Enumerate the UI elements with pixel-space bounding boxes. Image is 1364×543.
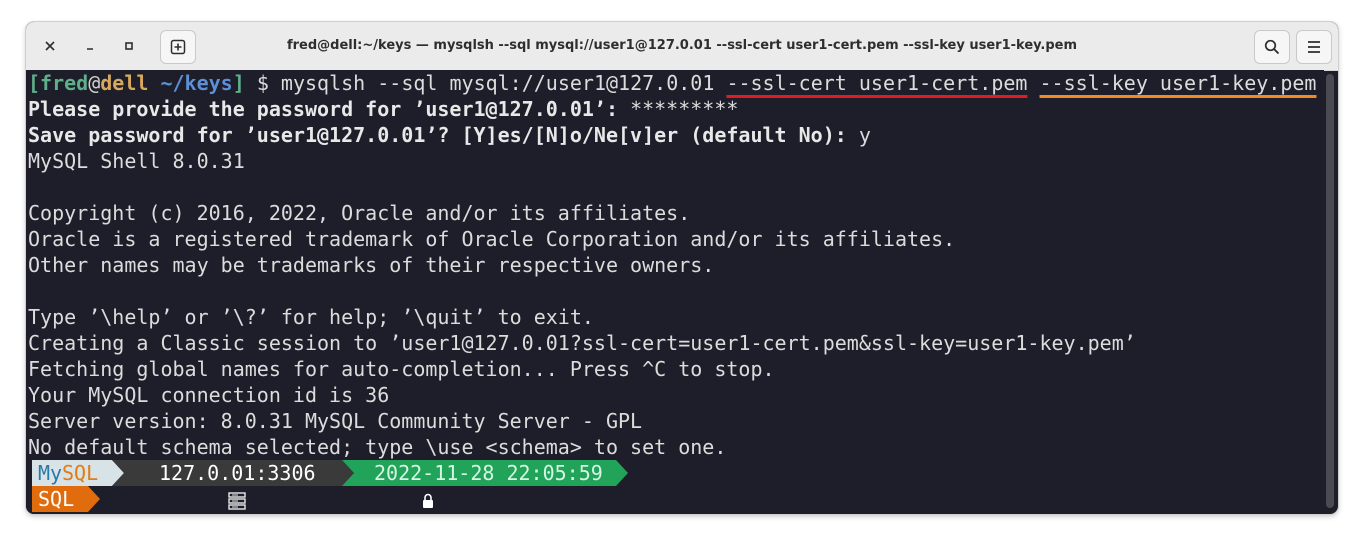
output-line: Server version: 8.0.31 MySQL Community S… <box>28 409 643 433</box>
maximize-icon <box>125 42 133 50</box>
prompt-at: @ <box>88 71 101 95</box>
output-line: Fetching global names for auto-completio… <box>28 357 775 381</box>
minimize-icon <box>87 48 93 50</box>
menu-button[interactable] <box>1296 30 1332 64</box>
close-icon <box>45 41 55 51</box>
output-line: Copyright (c) 2016, 2022, Oracle and/or … <box>28 201 691 225</box>
prompt-user: fred <box>40 71 89 95</box>
sql-mode-indicator: SQL <box>26 486 106 512</box>
mysql-status-bar: My SQL 127.0.01:3306 2022-11-28 22:05:59 <box>26 460 646 510</box>
save-password-answer: y <box>858 123 871 147</box>
command-line: [fred@dell ~/keys] $ mysqlsh --sql mysql… <box>28 70 1316 96</box>
command-text: mysqlsh --sql mysql://user1@127.0.01 <box>280 71 727 95</box>
mysql-logo-sql: SQL <box>62 461 99 485</box>
title-bar: fred@dell:~/keys — mysqlsh --sql mysql:/… <box>26 22 1338 71</box>
scrollbar[interactable] <box>1326 74 1334 508</box>
password-prompt: Please provide the password for ’user1@1… <box>28 97 631 121</box>
close-button[interactable] <box>38 34 62 58</box>
output-line: No default schema selected; type \use <s… <box>28 435 727 459</box>
timestamp: 2022-11-28 22:05:59 <box>374 461 603 485</box>
hamburger-menu-icon <box>1308 41 1320 53</box>
new-tab-button[interactable] <box>160 30 196 64</box>
password-mask: ********* <box>630 97 739 121</box>
prompt-open-bracket: [ <box>28 71 41 95</box>
mysql-logo-my: My <box>38 461 63 485</box>
window-title: fred@dell:~/keys — mysqlsh --sql mysql:/… <box>286 38 1078 53</box>
output-line: MySQL Shell 8.0.31 <box>28 149 245 173</box>
output-line: Creating a Classic session to ’user1@127… <box>28 331 1136 355</box>
terminal-window: fred@dell:~/keys — mysqlsh --sql mysql:/… <box>26 22 1338 514</box>
host-port: 127.0.01:3306 <box>159 461 316 485</box>
prompt-close-bracket: ] <box>232 71 245 95</box>
prompt-host: dell <box>100 71 149 95</box>
ssl-key-argument: --ssl-key user1-key.pem <box>1039 71 1317 95</box>
search-icon <box>1264 39 1280 55</box>
save-password-prompt: Save password for ’user1@127.0.01’? [Y]e… <box>28 123 859 147</box>
terminal-area[interactable]: [fred@dell ~/keys] $ mysqlsh --sql mysql… <box>26 70 1324 514</box>
output-line: Type ’\help’ or ’\?’ for help; ’\quit’ t… <box>28 305 594 329</box>
prompt-symbol: $ <box>244 71 281 95</box>
save-password-line: Save password for ’user1@127.0.01’? [Y]e… <box>28 122 871 148</box>
minimize-button[interactable] <box>78 34 102 58</box>
prompt-dir: ~/keys <box>148 71 233 95</box>
new-tab-icon <box>170 39 186 55</box>
ssl-cert-argument: --ssl-cert user1-cert.pem <box>726 71 1028 95</box>
password-prompt-line: Please provide the password for ’user1@1… <box>28 96 738 122</box>
output-line: Oracle is a registered trademark of Orac… <box>28 227 956 251</box>
output-line: Other names may be trademarks of their r… <box>28 253 715 277</box>
search-button[interactable] <box>1254 30 1290 64</box>
maximize-button[interactable] <box>117 34 141 58</box>
output-line: Your MySQL connection id is 36 <box>28 383 390 407</box>
sql-mode-label: SQL <box>38 487 75 511</box>
